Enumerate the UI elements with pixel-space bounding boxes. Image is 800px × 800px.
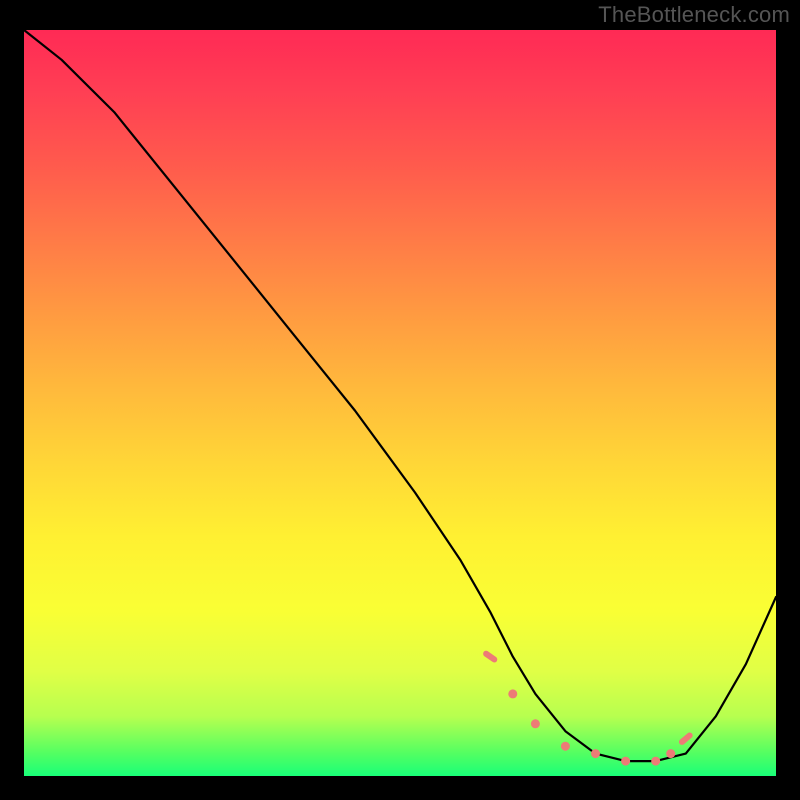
optimal-dot (651, 757, 660, 766)
watermark-text: TheBottleneck.com (598, 2, 790, 28)
optimal-dot (621, 757, 630, 766)
optimal-dot (508, 689, 517, 698)
optimal-dot (561, 742, 570, 751)
optimal-dot (666, 749, 675, 758)
optimal-dot (531, 719, 540, 728)
bottleneck-curve (24, 30, 776, 761)
optimal-endcap (482, 650, 499, 664)
optimal-dot (591, 749, 600, 758)
plot-area (24, 30, 776, 776)
optimal-endcap (678, 731, 694, 746)
curve-svg (24, 30, 776, 776)
chart-container: TheBottleneck.com (0, 0, 800, 800)
